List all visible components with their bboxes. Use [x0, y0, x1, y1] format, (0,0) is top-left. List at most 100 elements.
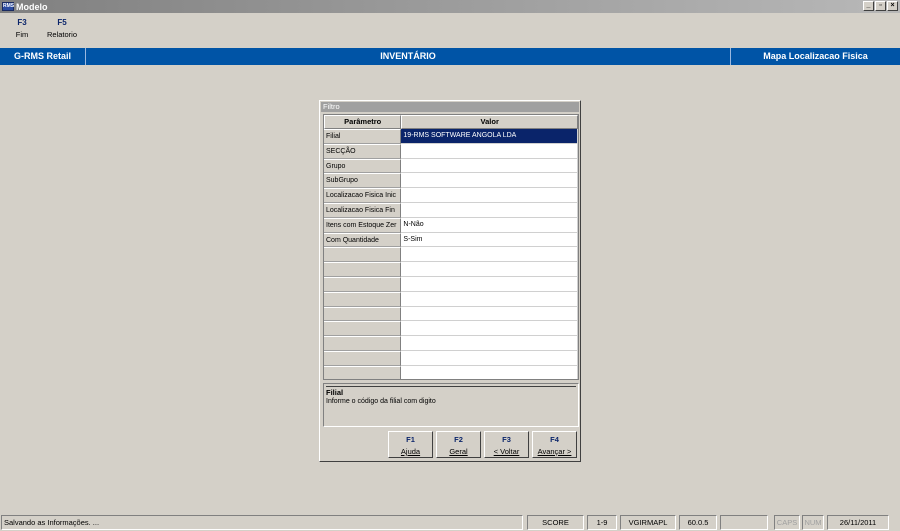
table-row[interactable]: Filial 19-RMS SOFTWARE ANGOLA LDA: [324, 129, 578, 144]
window-title: Modelo: [16, 1, 48, 12]
status-bar: Salvando as Informações. ... SCORE 1-9 V…: [0, 514, 900, 531]
parameter-cell: Itens com Estoque Zer: [324, 217, 402, 233]
status-database: SCORE: [527, 515, 584, 530]
value-cell[interactable]: S-Sim: [401, 232, 578, 248]
close-button[interactable]: ×: [887, 1, 898, 11]
value-cell[interactable]: N-Não: [401, 217, 578, 233]
parameter-cell: [324, 247, 402, 263]
maximize-button[interactable]: ▫: [875, 1, 886, 11]
value-cell[interactable]: [401, 350, 578, 366]
value-cell[interactable]: 19-RMS SOFTWARE ANGOLA LDA: [401, 129, 578, 144]
toolbar-key: F5: [57, 18, 67, 27]
product-name: G-RMS Retail: [0, 48, 86, 65]
module-header: G-RMS Retail INVENTÁRIO Mapa Localizacao…: [0, 48, 900, 65]
parameter-grid: Parâmetro Valor Filial 19-RMS SOFTWARE AN…: [323, 114, 579, 380]
value-cell[interactable]: [401, 173, 578, 189]
parameter-cell: [324, 262, 402, 277]
button-key: F3: [502, 435, 511, 444]
help-text: Informe o código da filial com digito: [326, 398, 436, 405]
status-caps: CAPS: [774, 515, 800, 530]
status-message: Salvando as Informações. ...: [1, 515, 523, 530]
parameter-cell: Localizacao Fisica Fin: [324, 202, 402, 218]
table-row[interactable]: [324, 321, 578, 337]
parameter-cell: SubGrupo: [324, 173, 402, 189]
parameter-cell: [324, 365, 402, 379]
button-key: F1: [406, 435, 415, 444]
filter-dialog: Filtro Parâmetro Valor Filial 19-RMS SOFT…: [319, 100, 581, 462]
toolbar-key: F3: [17, 18, 27, 27]
window-titlebar: RMS Modelo _ ▫ ×: [0, 0, 900, 13]
value-cell[interactable]: [401, 262, 578, 277]
table-row[interactable]: [324, 350, 578, 366]
table-row[interactable]: [324, 291, 578, 307]
table-row[interactable]: Grupo: [324, 158, 578, 174]
value-cell[interactable]: [401, 188, 578, 203]
table-row[interactable]: Localizacao Fisica Fin: [324, 202, 578, 218]
dialog-buttons: F1 Ajuda F2 Geral F3 < Voltar F4 Avançar…: [388, 431, 577, 458]
value-cell[interactable]: [401, 276, 578, 292]
avancar-button[interactable]: F4 Avançar >: [532, 431, 577, 458]
dialog-title: Filtro: [321, 102, 579, 112]
parameter-cell: [324, 276, 402, 292]
button-label: Ajuda: [400, 447, 421, 456]
parameter-cell: Localizacao Fisica Inic: [324, 188, 402, 203]
table-row[interactable]: Com Quantidade S-Sim: [324, 232, 578, 248]
value-cell[interactable]: [401, 202, 578, 218]
table-row[interactable]: SubGrupo: [324, 173, 578, 189]
parameter-cell: [324, 321, 402, 337]
status-empty-panel: [720, 515, 768, 530]
table-row[interactable]: SECÇÃO: [324, 143, 578, 159]
parameter-cell: [324, 306, 402, 322]
status-program: VGIRMAPL: [620, 515, 676, 530]
parameter-cell: Grupo: [324, 158, 402, 174]
button-key: F4: [550, 435, 559, 444]
window-controls: _ ▫ ×: [863, 1, 898, 11]
button-label: < Voltar: [493, 447, 520, 456]
voltar-button[interactable]: F3 < Voltar: [484, 431, 529, 458]
minimize-button[interactable]: _: [863, 1, 874, 11]
table-row[interactable]: Localizacao Fisica Inic: [324, 188, 578, 203]
status-date: 26/11/2011: [827, 515, 889, 530]
column-header-valor[interactable]: Valor: [401, 115, 578, 129]
help-panel: Filial Informe o código da filial com di…: [323, 383, 579, 427]
toolbar-label: Fim: [15, 30, 29, 39]
table-row[interactable]: [324, 262, 578, 277]
value-cell[interactable]: [401, 158, 578, 174]
value-cell[interactable]: [401, 143, 578, 159]
button-label: Avançar >: [537, 447, 572, 456]
table-row[interactable]: [324, 276, 578, 292]
toolbar-fim-button[interactable]: F3 Fim: [4, 18, 40, 44]
table-row[interactable]: [324, 336, 578, 351]
status-num: NUM: [802, 515, 824, 530]
function-key-toolbar: F3 Fim F5 Relatorio: [0, 18, 80, 44]
table-row[interactable]: [324, 306, 578, 322]
parameter-cell: [324, 336, 402, 351]
value-cell[interactable]: [401, 365, 578, 379]
column-header-parametro[interactable]: Parâmetro: [324, 115, 402, 129]
button-key: F2: [454, 435, 463, 444]
table-row[interactable]: Itens com Estoque Zer N-Não: [324, 217, 578, 233]
status-version: 60.0.5: [679, 515, 717, 530]
grid-header: Parâmetro Valor: [324, 115, 578, 129]
parameter-cell: Com Quantidade: [324, 232, 402, 248]
screen-title: Mapa Localizacao Fisica: [730, 48, 900, 65]
ajuda-button[interactable]: F1 Ajuda: [388, 431, 433, 458]
value-cell[interactable]: [401, 291, 578, 307]
value-cell[interactable]: [401, 247, 578, 263]
parameter-cell: Filial: [324, 129, 402, 144]
status-range: 1-9: [587, 515, 617, 530]
button-label: Geral: [449, 447, 468, 456]
module-title: INVENTÁRIO: [380, 51, 436, 61]
geral-button[interactable]: F2 Geral: [436, 431, 481, 458]
table-row[interactable]: [324, 365, 578, 379]
parameter-cell: [324, 350, 402, 366]
parameter-cell: [324, 291, 402, 307]
app-icon: RMS: [2, 2, 15, 11]
toolbar-relatorio-button[interactable]: F5 Relatorio: [44, 18, 80, 44]
table-row[interactable]: [324, 247, 578, 263]
value-cell[interactable]: [401, 306, 578, 322]
help-title: Filial: [326, 386, 576, 397]
toolbar-label: Relatorio: [46, 30, 77, 39]
value-cell[interactable]: [401, 336, 578, 351]
value-cell[interactable]: [401, 321, 578, 337]
